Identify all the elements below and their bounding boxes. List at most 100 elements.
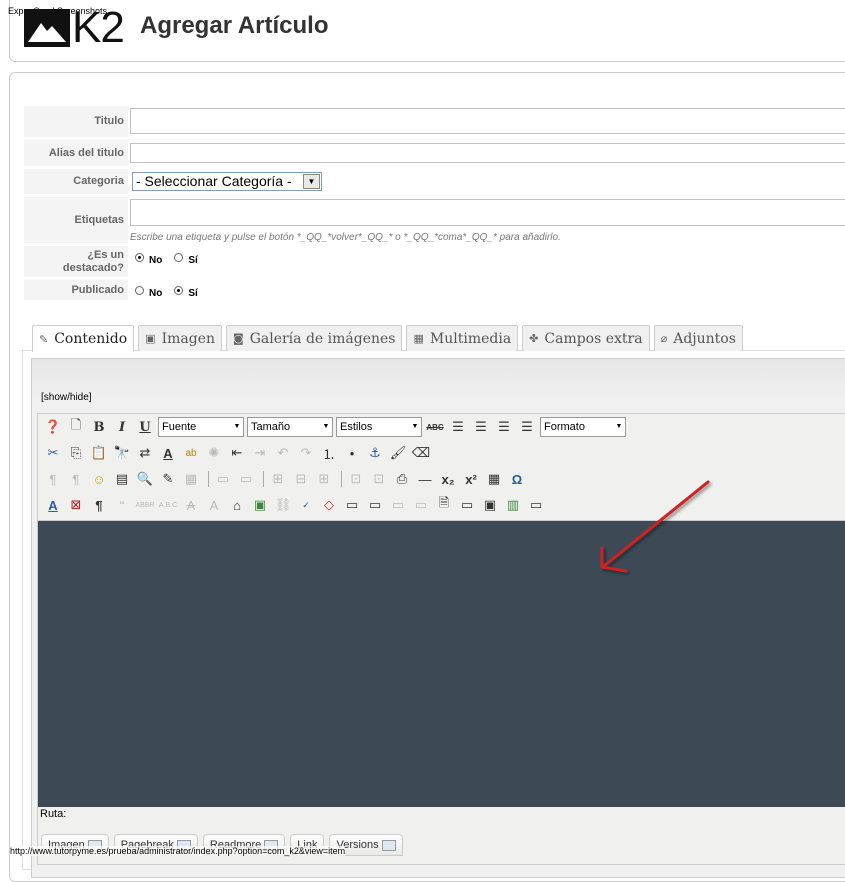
outdent-icon[interactable]: ⇤ xyxy=(227,443,247,463)
publicado-radios: No Sí xyxy=(135,286,210,299)
copy-icon[interactable]: ⎘ xyxy=(66,443,86,463)
align-right-icon[interactable]: ☰ xyxy=(494,417,514,437)
eraser-icon[interactable]: ⌫ xyxy=(411,443,431,463)
edit-icon[interactable]: ✎ xyxy=(158,469,178,489)
bold-icon[interactable]: B xyxy=(89,417,109,437)
image-icon[interactable]: ▣ xyxy=(250,495,270,515)
strikethrough-icon[interactable]: ABC xyxy=(425,417,445,437)
find-icon[interactable]: 🔭 xyxy=(112,443,132,463)
horizontal-rule-icon[interactable]: — xyxy=(415,469,435,489)
highlight-color-icon[interactable]: ab xyxy=(181,443,201,463)
underline-icon[interactable]: U xyxy=(135,417,155,437)
size-select[interactable]: Tamaño ▼ xyxy=(247,417,333,437)
insert-col-icon[interactable]: ⊞ xyxy=(314,469,334,489)
tab-contenido[interactable]: ✎ Contenido xyxy=(32,325,135,352)
file-icon[interactable]: 🗎 xyxy=(434,495,454,515)
style-props-icon[interactable]: A xyxy=(43,495,63,515)
ins-icon[interactable]: A xyxy=(204,495,224,515)
link-icon[interactable]: ⛓ xyxy=(273,495,293,515)
acronym-icon[interactable]: A.B.C xyxy=(158,495,178,515)
tab-adjuntos[interactable]: ⌀ Adjuntos xyxy=(653,325,743,351)
alias-input[interactable] xyxy=(130,143,845,163)
puzzle-icon: ✤ xyxy=(529,332,539,345)
split-cells-icon[interactable]: ⊡ xyxy=(369,469,389,489)
table-icon[interactable]: ▦ xyxy=(181,469,201,489)
preview-icon[interactable]: 🔍 xyxy=(135,469,155,489)
bullet-list-icon[interactable]: • xyxy=(342,443,362,463)
tab-campos-extra[interactable]: ✤ Campos extra xyxy=(522,325,650,351)
chevron-down-icon: ▼ xyxy=(322,423,330,430)
window-icon[interactable]: ▭ xyxy=(457,495,477,515)
tab-galeria[interactable]: ◙ Galería de imágenes xyxy=(226,325,403,351)
titulo-input[interactable] xyxy=(130,108,845,134)
cell-props-icon[interactable]: ▭ xyxy=(236,469,256,489)
gallery-icon[interactable]: ▣ xyxy=(480,495,500,515)
path-bar: Ruta: xyxy=(38,808,845,826)
save-icon[interactable]: ▭ xyxy=(388,495,408,515)
text-color-icon[interactable]: A xyxy=(158,443,178,463)
omega-icon[interactable]: Ω xyxy=(507,469,527,489)
align-left-icon[interactable]: ☰ xyxy=(448,417,468,437)
load-icon[interactable]: ▭ xyxy=(411,495,431,515)
chevron-down-icon: ▼ xyxy=(411,423,419,430)
tab-multimedia[interactable]: ▦ Multimedia xyxy=(406,325,519,351)
align-center-icon[interactable]: ☰ xyxy=(471,417,491,437)
etiquetas-input[interactable] xyxy=(130,199,845,226)
media-icon[interactable]: ▤ xyxy=(112,469,132,489)
styles-select[interactable]: Estilos ▼ xyxy=(336,417,422,437)
chevron-down-icon[interactable]: ▼ xyxy=(303,174,320,189)
publicado-no-radio[interactable] xyxy=(135,286,144,295)
replace-icon[interactable]: ⇄ xyxy=(135,443,155,463)
undo-icon[interactable]: ↶ xyxy=(273,443,293,463)
indent-icon[interactable]: ⇥ xyxy=(250,443,270,463)
help-icon[interactable]: ❓ xyxy=(43,417,63,437)
format-select[interactable]: Formato ▼ xyxy=(540,417,626,437)
row-categoria: Categoria - Seleccionar Categoría - ▼ xyxy=(24,169,845,195)
new-document-icon[interactable]: 🗋 xyxy=(66,417,86,437)
visual-chars-icon[interactable]: ¶ xyxy=(89,495,109,515)
insert-row-icon[interactable]: ⊞ xyxy=(268,469,288,489)
image-icon: ▣ xyxy=(145,332,156,345)
font-select[interactable]: Fuente ▼ xyxy=(158,417,244,437)
subscript-icon[interactable]: x₂ xyxy=(438,469,458,489)
cleanup-icon[interactable]: ✺ xyxy=(204,443,224,463)
paste-icon[interactable]: 📋 xyxy=(89,443,109,463)
template-icon[interactable]: ▭ xyxy=(365,495,385,515)
tab-imagen[interactable]: ▣ Imagen xyxy=(138,325,222,351)
tab-bar: ✎ Contenido ▣ Imagen ◙ Galería de imágen… xyxy=(32,325,747,352)
destacado-no-radio[interactable] xyxy=(135,253,144,262)
anchor-icon[interactable]: ⚓ xyxy=(365,443,385,463)
spellcheck-icon[interactable]: ✓ xyxy=(296,495,316,515)
code-icon[interactable]: ◇ xyxy=(319,495,339,515)
cut-icon[interactable]: ✂ xyxy=(43,443,63,463)
fullscreen-icon[interactable]: ▭ xyxy=(526,495,546,515)
show-hide-link[interactable]: [show/hide] xyxy=(41,392,92,403)
quote-icon[interactable]: “ xyxy=(112,495,132,515)
attributes-icon[interactable]: ⌂ xyxy=(227,495,247,515)
layer-icon[interactable]: ▭ xyxy=(342,495,362,515)
row-props-icon[interactable]: ▭ xyxy=(213,469,233,489)
abbr-icon[interactable]: ABBR xyxy=(135,495,155,515)
editor-content-area[interactable] xyxy=(38,520,845,807)
del-icon[interactable]: A xyxy=(181,495,201,515)
merge-cells-icon[interactable]: ⊡ xyxy=(346,469,366,489)
pagebreak-icon[interactable]: ⊠ xyxy=(66,495,86,515)
publicado-si-radio[interactable] xyxy=(174,286,184,295)
brush-icon[interactable]: 🖌 xyxy=(388,443,408,463)
align-justify-icon[interactable]: ☰ xyxy=(517,417,537,437)
superscript-icon[interactable]: x² xyxy=(461,469,481,489)
grid-icon[interactable]: ▦ xyxy=(484,469,504,489)
film-icon[interactable]: ▥ xyxy=(503,495,523,515)
rtl-icon[interactable]: ¶ xyxy=(66,469,86,489)
redo-icon[interactable]: ↷ xyxy=(296,443,316,463)
destacado-si-radio[interactable] xyxy=(174,253,184,262)
emoticon-icon[interactable]: ☺ xyxy=(89,469,109,489)
ltr-icon[interactable]: ¶ xyxy=(43,469,63,489)
print-icon[interactable]: ⎙ xyxy=(392,469,412,489)
categoria-select[interactable]: - Seleccionar Categoría - ▼ xyxy=(132,172,322,191)
delete-row-icon[interactable]: ⊟ xyxy=(291,469,311,489)
page-title: Agregar Artículo xyxy=(140,12,329,39)
tab-label: Imagen xyxy=(161,330,215,347)
numbered-list-icon[interactable]: ⒈ xyxy=(319,443,339,463)
italic-icon[interactable]: I xyxy=(112,417,132,437)
